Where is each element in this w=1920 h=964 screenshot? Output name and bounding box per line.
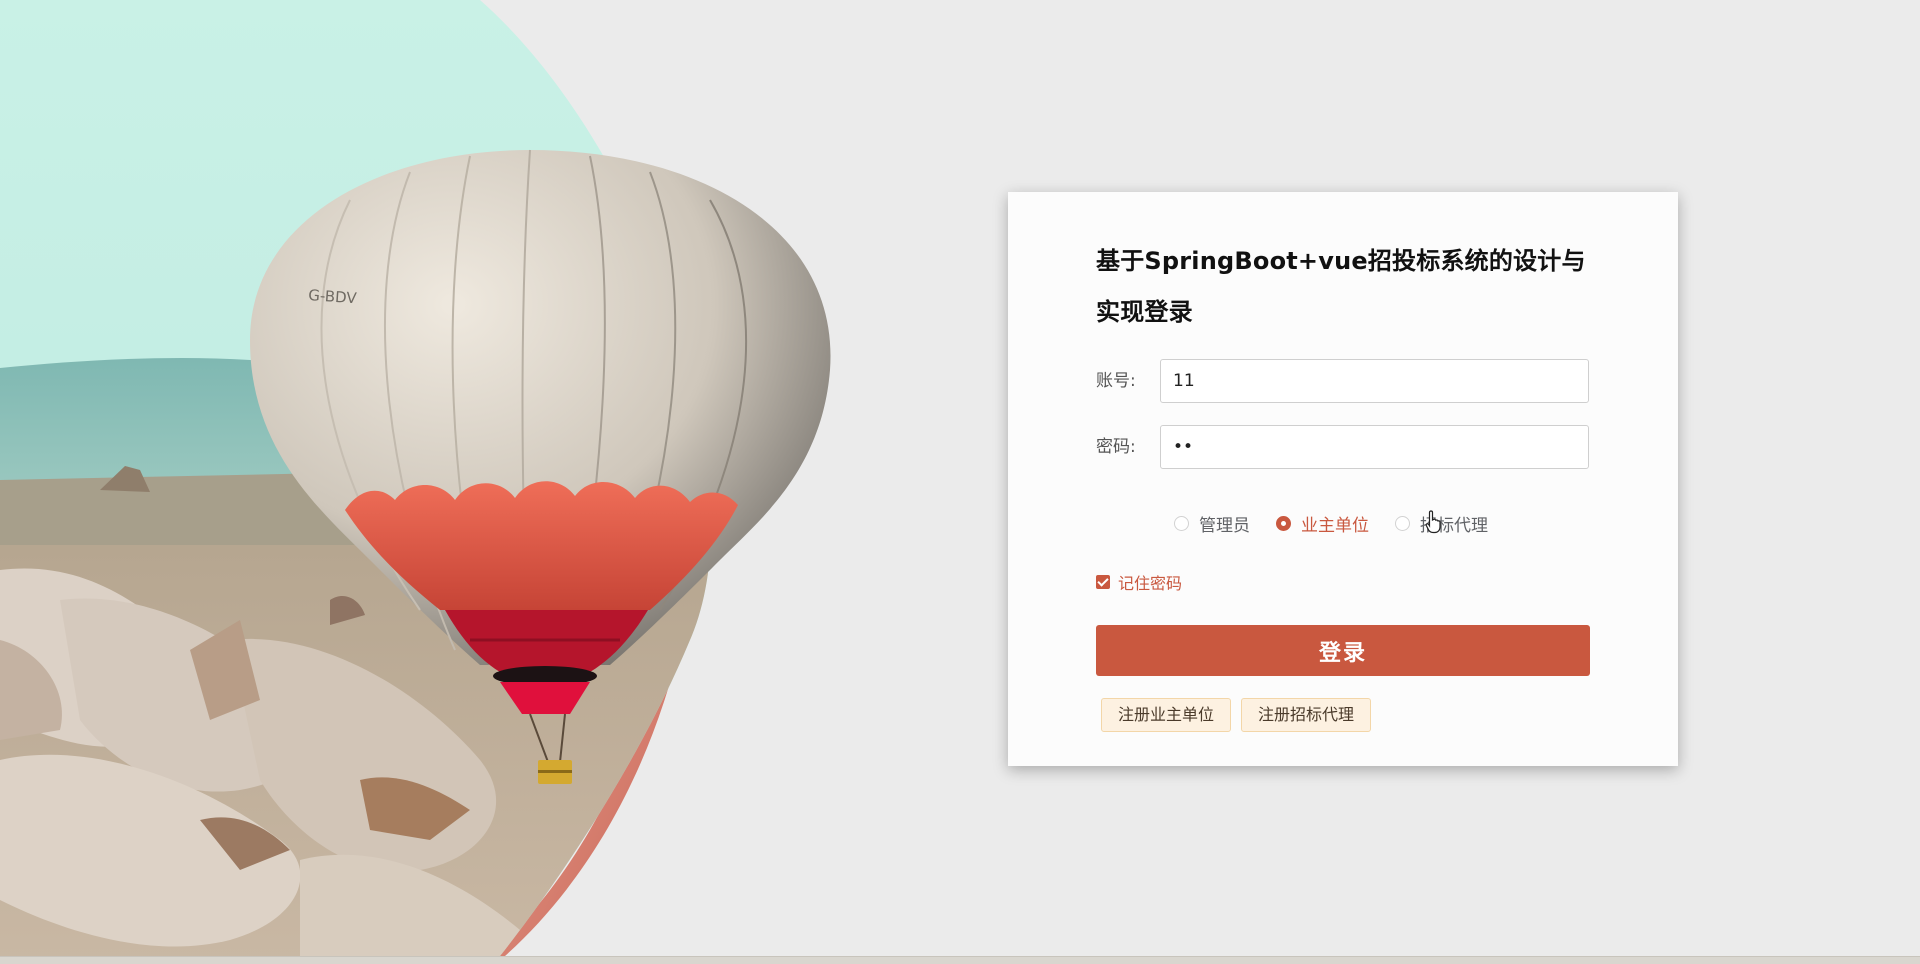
remember-password-label: 记住密码 bbox=[1118, 574, 1183, 593]
role-option-admin[interactable]: 管理员 bbox=[1174, 511, 1250, 536]
role-option-agent[interactable]: 招标代理 bbox=[1395, 511, 1488, 536]
password-label: 密码: bbox=[1096, 437, 1136, 457]
role-label-admin: 管理员 bbox=[1199, 515, 1250, 536]
account-row: 账号: bbox=[1096, 359, 1598, 403]
hero-image: G-BDV bbox=[0, 0, 860, 956]
login-button[interactable]: 登录 bbox=[1096, 625, 1590, 676]
register-buttons: 注册业主单位 注册招标代理 bbox=[1101, 698, 1381, 732]
role-label-owner: 业主单位 bbox=[1301, 515, 1369, 536]
check-icon[interactable] bbox=[1096, 575, 1110, 589]
password-row: 密码: bbox=[1096, 425, 1598, 469]
radio-icon[interactable] bbox=[1395, 515, 1410, 531]
radio-checked-icon[interactable] bbox=[1276, 515, 1291, 531]
account-input[interactable] bbox=[1160, 359, 1589, 403]
radio-icon[interactable] bbox=[1174, 515, 1189, 531]
account-label: 账号: bbox=[1096, 371, 1136, 391]
login-page: G-BDV 基于SpringBoot+vue招投标系统的设计与实现登录 账号: … bbox=[0, 0, 1920, 964]
role-radio-group: 管理员 业主单位 招标代理 bbox=[1174, 508, 1514, 538]
role-label-agent: 招标代理 bbox=[1420, 515, 1488, 536]
page-title: 基于SpringBoot+vue招投标系统的设计与实现登录 bbox=[1096, 247, 1586, 326]
register-agent-button[interactable]: 注册招标代理 bbox=[1241, 698, 1372, 732]
remember-password-checkbox[interactable]: 记住密码 bbox=[1096, 570, 1182, 594]
login-card: 基于SpringBoot+vue招投标系统的设计与实现登录 账号: 密码: 管理… bbox=[1008, 192, 1678, 766]
register-owner-button[interactable]: 注册业主单位 bbox=[1101, 698, 1232, 732]
role-option-owner[interactable]: 业主单位 bbox=[1276, 511, 1369, 536]
svg-text:G-BDV: G-BDV bbox=[308, 286, 358, 307]
password-input[interactable] bbox=[1160, 425, 1589, 469]
bottom-strip bbox=[0, 956, 1920, 964]
